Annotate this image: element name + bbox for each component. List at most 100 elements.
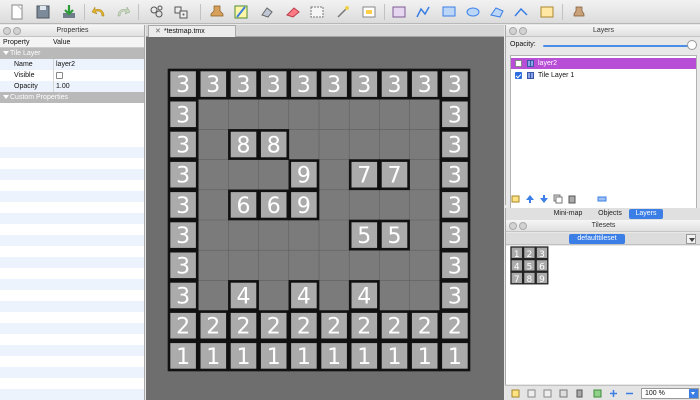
float-icon[interactable] <box>519 27 527 35</box>
add-tiles-icon[interactable] <box>609 389 618 398</box>
layer-row-tile-layer-1[interactable]: Tile Layer 1 <box>511 70 696 81</box>
float-icon[interactable] <box>519 222 527 230</box>
map-tile-number: 2 <box>418 315 432 340</box>
edit-polygon-icon[interactable] <box>390 3 408 21</box>
remove-tiles-icon[interactable] <box>625 389 634 398</box>
insert-polyline-icon[interactable] <box>512 3 530 21</box>
map-tile-number: 3 <box>448 164 462 189</box>
tab-defaulttileset[interactable]: defaulttileset <box>569 234 625 244</box>
tab-mini-map[interactable]: Mini-map <box>546 209 590 219</box>
rect-select-icon[interactable] <box>284 3 302 21</box>
insert-polygon-icon[interactable] <box>488 3 506 21</box>
raise-layer-icon[interactable] <box>525 194 535 204</box>
tileset-menu-button[interactable] <box>686 234 696 244</box>
tileset-toolbar: 100 % <box>505 385 700 400</box>
map-tile-number: 3 <box>176 103 190 128</box>
property-row-name[interactable]: Name layer2 <box>0 59 144 70</box>
new-tileset-icon[interactable] <box>511 389 520 398</box>
layer-visibility-checkbox[interactable] <box>515 72 522 79</box>
property-row-opacity[interactable]: Opacity 1.00 <box>0 81 144 92</box>
undo-icon[interactable] <box>90 3 108 21</box>
select-same-tile-icon[interactable] <box>334 3 352 21</box>
map-tile-number: 3 <box>418 73 432 98</box>
insert-polyline-icon[interactable] <box>414 3 432 21</box>
magic-wand-icon[interactable] <box>308 3 326 21</box>
layers-panel: Layers Opacity: layer2 Tile Layer 1 <box>505 25 700 213</box>
zoom-select[interactable]: 100 % <box>641 388 699 399</box>
edit-terrain-icon[interactable] <box>593 389 602 398</box>
export-icon[interactable] <box>60 3 78 21</box>
opacity-slider-track[interactable] <box>543 45 693 47</box>
tab-objects[interactable]: Objects <box>592 209 628 219</box>
eraser-icon[interactable] <box>258 3 276 21</box>
tileset-properties-icon[interactable] <box>559 389 568 398</box>
layers-title: Layers <box>592 27 614 34</box>
map-tile-number: 3 <box>237 73 251 98</box>
opacity-value[interactable]: 1.00 <box>53 81 144 92</box>
float-icon[interactable] <box>13 27 21 35</box>
layer-visibility-checkbox[interactable] <box>515 60 522 67</box>
map-tile-number: 3 <box>176 285 190 310</box>
close-icon[interactable] <box>509 27 517 35</box>
tileset-view[interactable]: 123 456 789 <box>506 246 700 384</box>
save-icon[interactable] <box>34 3 52 21</box>
map-tile-number: 8 <box>237 134 251 159</box>
map-tile-number: 2 <box>297 315 311 340</box>
visible-checkbox[interactable] <box>56 72 63 79</box>
map-tile-number: 6 <box>267 194 281 219</box>
tileset-tile-number: 4 <box>514 262 520 272</box>
tab-testmap[interactable]: ✕ *testmap.tmx <box>148 25 236 37</box>
delete-tileset-icon[interactable] <box>575 389 584 398</box>
stamp-icon[interactable] <box>208 3 226 21</box>
group-custom-properties[interactable]: Custom Properties <box>0 92 144 103</box>
name-value[interactable]: layer2 <box>53 59 144 70</box>
fill-icon[interactable] <box>232 3 250 21</box>
tileset-grid[interactable]: 1 2 3 4 5 6 7 8 9 <box>510 246 570 306</box>
add-layer-icon[interactable] <box>511 194 521 204</box>
delete-layer-icon[interactable] <box>567 194 577 204</box>
map-tile-number: 3 <box>176 73 190 98</box>
insert-ellipse-icon[interactable] <box>464 3 482 21</box>
tileset-tile-number: 1 <box>514 250 520 260</box>
stamp-icon[interactable] <box>570 3 588 21</box>
map-tile-number: 1 <box>357 345 371 370</box>
chevron-down-icon[interactable] <box>689 389 698 398</box>
insert-tile-object-icon[interactable] <box>538 3 556 21</box>
collapse-icon[interactable] <box>3 95 9 99</box>
map-tile-number: 2 <box>448 315 462 340</box>
property-row-visible[interactable]: Visible <box>0 70 144 81</box>
new-map-icon[interactable] <box>8 3 26 21</box>
opacity-slider-handle[interactable] <box>687 40 697 50</box>
import-tileset-icon[interactable] <box>527 389 536 398</box>
dock-tabbar: Mini-map Objects Layers <box>505 208 700 220</box>
column-property: Property <box>3 39 30 46</box>
map-tile-number: 9 <box>297 164 311 189</box>
redo-icon[interactable] <box>114 3 132 21</box>
properties-title: Properties <box>56 27 89 34</box>
map-tile-number: 3 <box>448 194 462 219</box>
random-mode-icon[interactable] <box>172 3 190 21</box>
tile-map-canvas[interactable]: 3 3 3 3 3 3 3 3 3 33 33 8 8 33 9 7 7 33 6 6 9 33 5 5 33 33 4 4 4 32 2 2… <box>146 37 504 400</box>
layer-visibility-toggle-icon[interactable] <box>597 194 607 204</box>
stamp-brush-icon[interactable] <box>148 3 166 21</box>
lower-layer-icon[interactable] <box>539 194 549 204</box>
collapse-icon[interactable] <box>3 51 9 55</box>
map-view[interactable]: ✕ *testmap.tmx 33333333333338833977336693… <box>146 25 504 400</box>
layer-toolbar <box>505 192 700 206</box>
insert-rectangle-icon[interactable] <box>440 3 458 21</box>
map-tile-number: 3 <box>297 73 311 98</box>
close-icon[interactable] <box>509 222 517 230</box>
layer-row-layer2[interactable]: layer2 <box>511 58 696 69</box>
map-tile-number: 3 <box>206 73 220 98</box>
map-tile-number: 3 <box>176 134 190 159</box>
insert-tile-icon[interactable] <box>360 3 378 21</box>
duplicate-layer-icon[interactable] <box>553 194 563 204</box>
map-tile-number: 3 <box>448 134 462 159</box>
map-tile-number: 1 <box>176 345 190 370</box>
export-tileset-icon[interactable] <box>543 389 552 398</box>
layer-list: layer2 Tile Layer 1 <box>510 55 697 213</box>
close-icon[interactable] <box>3 27 11 35</box>
close-tab-icon[interactable]: ✕ <box>155 26 161 37</box>
group-tile-layer[interactable]: Tile Layer <box>0 48 144 59</box>
tab-layers[interactable]: Layers <box>629 209 663 219</box>
